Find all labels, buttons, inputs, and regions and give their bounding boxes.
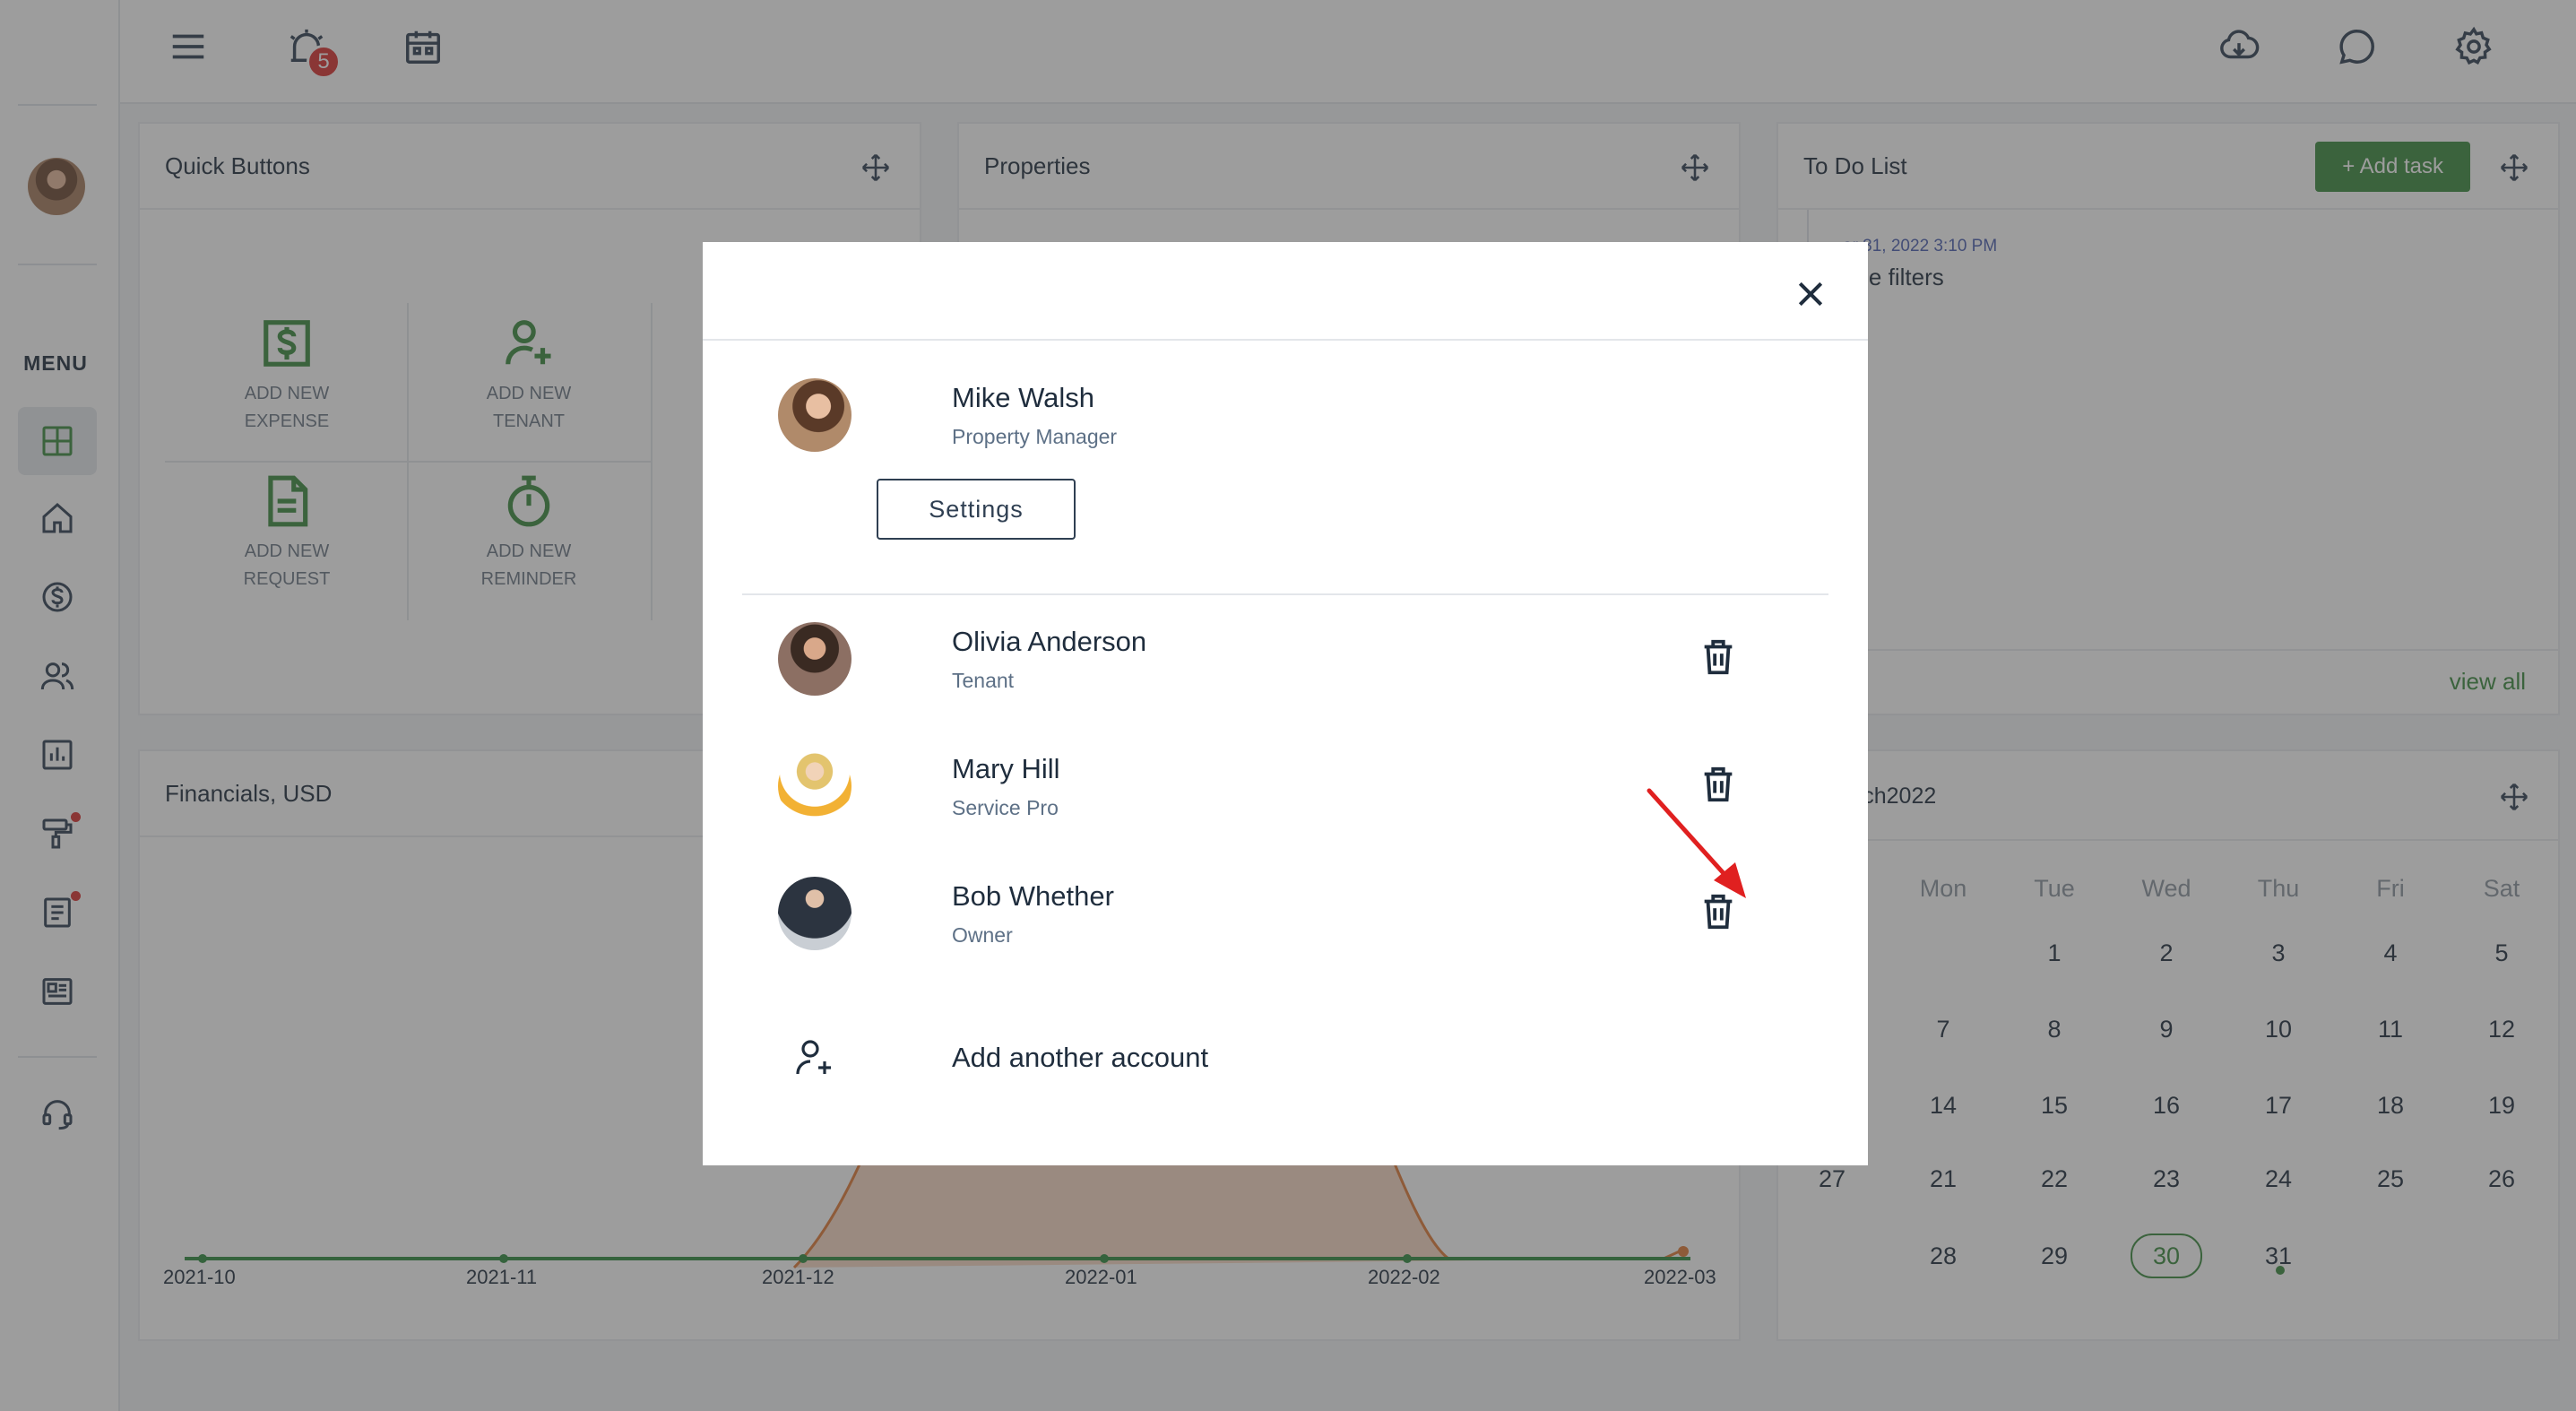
account-switcher-modal: Mike Walsh Property Manager Settings Oli… bbox=[703, 242, 1868, 1165]
current-account: Mike Walsh Property Manager bbox=[778, 378, 1793, 477]
account-role: Tenant bbox=[952, 669, 1015, 692]
divider bbox=[703, 339, 1868, 341]
account-name: Bob Whether bbox=[952, 880, 1114, 912]
close-icon[interactable] bbox=[1793, 276, 1828, 312]
account-role: Owner bbox=[952, 923, 1013, 947]
annotation-arrow-icon bbox=[1647, 788, 1746, 898]
avatar bbox=[778, 622, 851, 696]
account-row[interactable]: Olivia Anderson Tenant bbox=[778, 622, 1793, 721]
account-role: Service Pro bbox=[952, 796, 1059, 819]
account-name: Mike Walsh bbox=[952, 382, 1095, 413]
divider bbox=[742, 593, 1828, 595]
account-name: Olivia Anderson bbox=[952, 626, 1147, 657]
account-name: Mary Hill bbox=[952, 753, 1060, 784]
trash-icon[interactable] bbox=[1698, 636, 1739, 678]
user-plus-icon bbox=[796, 1040, 831, 1075]
avatar bbox=[778, 749, 851, 823]
settings-button[interactable]: Settings bbox=[877, 479, 1076, 540]
avatar bbox=[778, 877, 851, 950]
add-account-label: Add another account bbox=[952, 1042, 1209, 1073]
account-role: Property Manager bbox=[952, 425, 1118, 448]
avatar bbox=[778, 378, 851, 452]
